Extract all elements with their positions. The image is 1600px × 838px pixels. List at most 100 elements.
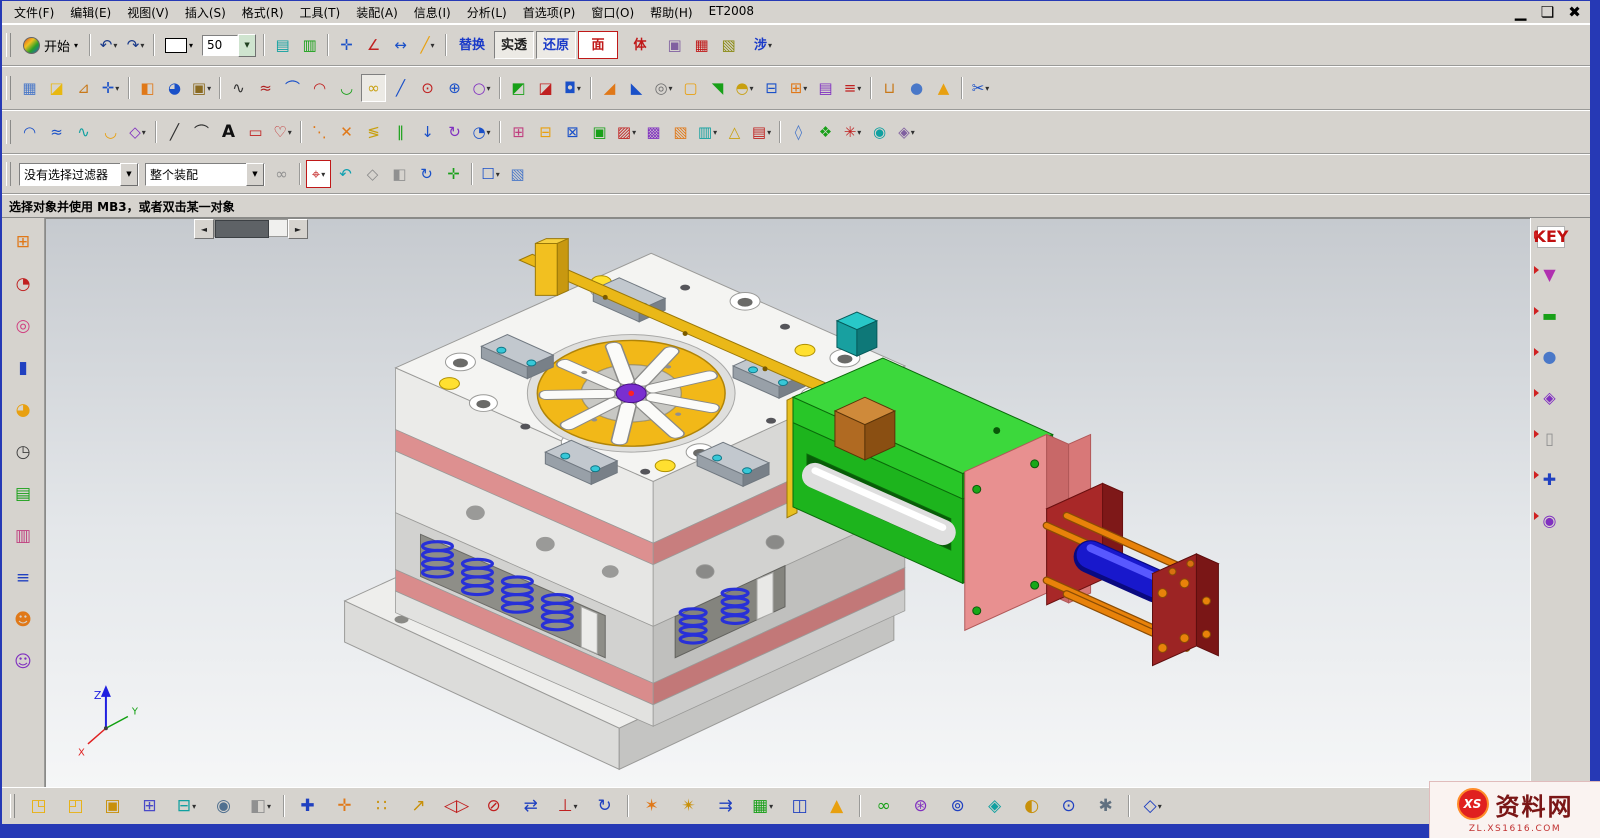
hd3d-tools-icon[interactable]: ◈ xyxy=(1537,384,1562,412)
pan-view-icon[interactable]: ✛ xyxy=(441,160,466,188)
thermometer-icon[interactable]: ▮ xyxy=(11,354,36,382)
menu-item-1[interactable]: 文件(F) xyxy=(6,2,62,23)
ruled-surface-icon[interactable]: ◠ xyxy=(17,118,42,146)
toolbar-grip[interactable] xyxy=(6,120,11,144)
assembly-navigator-icon[interactable]: ▼ xyxy=(1537,261,1562,289)
scroll-left-button[interactable]: ◄ xyxy=(194,219,214,239)
studio-curve-icon[interactable]: ♡▾ xyxy=(270,118,295,146)
surface-analysis-icon[interactable]: ◔▾ xyxy=(469,118,494,146)
sphere-primitive-icon[interactable]: ● xyxy=(904,74,929,102)
pad-icon[interactable]: ⊞▾ xyxy=(786,74,811,102)
orient-view-icon[interactable]: ↶ xyxy=(333,160,358,188)
mold-assembly-model[interactable]: Z X Y xyxy=(46,219,1530,787)
wade-button[interactable]: 涉▾ xyxy=(743,31,783,59)
surface-analysis-icon-dropdown[interactable]: ▾ xyxy=(487,128,491,137)
subtract-icon[interactable]: ◪ xyxy=(533,74,558,102)
ruler-icon-dropdown[interactable]: ▾ xyxy=(431,41,435,50)
component-info-icon[interactable]: ⊙ xyxy=(1056,792,1081,820)
ellipse-icon-dropdown[interactable]: ▾ xyxy=(487,84,491,93)
user-profile-icon[interactable]: ☺ xyxy=(11,648,36,676)
measure-distance-icon[interactable]: ↔ xyxy=(388,31,413,59)
mass-properties-icon-dropdown[interactable]: ▾ xyxy=(267,802,271,811)
delete-face-icon-dropdown[interactable]: ▾ xyxy=(767,128,771,137)
offset-surface-icon[interactable]: ▥▾ xyxy=(695,118,720,146)
menu-item-8[interactable]: 信息(I) xyxy=(406,2,459,23)
patch-icon[interactable]: ▨▾ xyxy=(614,118,639,146)
toolbar-grip[interactable] xyxy=(6,33,11,57)
component-preview-icon[interactable]: ◉ xyxy=(211,792,236,820)
arrangements-icon-dropdown[interactable]: ▾ xyxy=(769,802,773,811)
object-color-swatch[interactable]: ▾ xyxy=(161,35,197,56)
isolate-component-icon[interactable]: ◐ xyxy=(1019,792,1044,820)
project-curve-icon[interactable]: ↓ xyxy=(415,118,440,146)
wrap-curve-icon[interactable]: ↻ xyxy=(442,118,467,146)
layer-visible-in-view-icon[interactable]: ▥ xyxy=(297,31,322,59)
line-tool-icon[interactable]: ╱ xyxy=(162,118,187,146)
undo-icon-dropdown[interactable]: ▾ xyxy=(113,41,117,50)
assembly-constraints-icon[interactable]: ⊥▾ xyxy=(555,792,580,820)
key-icon[interactable]: KEY xyxy=(1537,226,1565,248)
section-curve-icon[interactable]: ≶ xyxy=(361,118,386,146)
datum-display-icon-dropdown[interactable]: ▾ xyxy=(1158,802,1162,811)
promote-body-icon[interactable]: ⊠ xyxy=(560,118,585,146)
arc-icon[interactable]: ⌒ xyxy=(280,74,305,102)
sketch-icon[interactable]: ▦ xyxy=(17,74,42,102)
collapse-assembly-icon[interactable]: ✴ xyxy=(676,792,701,820)
menu-item-10[interactable]: 首选项(P) xyxy=(515,2,584,23)
restore-button[interactable]: ❏ xyxy=(1535,0,1560,26)
body-button[interactable]: 体 xyxy=(620,31,660,59)
shaded-solid-icon[interactable]: ▧ xyxy=(716,31,741,59)
redo-icon-dropdown[interactable]: ▾ xyxy=(140,41,144,50)
show-dof-icon[interactable]: ↻ xyxy=(592,792,617,820)
menu-item-2[interactable]: 编辑(E) xyxy=(62,2,119,23)
text-curve-icon[interactable]: A xyxy=(216,118,241,146)
replace-button[interactable]: 替换 xyxy=(452,31,492,59)
face-button[interactable]: 面 xyxy=(578,31,618,59)
interpart-links-icon[interactable]: ⊛ xyxy=(908,792,933,820)
new-component-icon[interactable]: ✛ xyxy=(332,792,357,820)
restore-button[interactable]: 还原 xyxy=(536,31,576,59)
selection-filter-combo[interactable]: 没有选择过滤器 ▼ xyxy=(19,163,139,186)
cue-scrollbar[interactable]: ◄ ► xyxy=(194,219,308,237)
gauge-icon[interactable]: ◔ xyxy=(11,270,36,298)
pad-icon-dropdown[interactable]: ▾ xyxy=(803,84,807,93)
datum-csys-icon[interactable]: ⊿ xyxy=(71,74,96,102)
through-curves-icon[interactable]: ≈ xyxy=(44,118,69,146)
assembly-settings-icon[interactable]: ✱ xyxy=(1093,792,1118,820)
solid-transparent-button[interactable]: 实透 xyxy=(494,31,534,59)
spreadsheet-icon[interactable]: ▤ xyxy=(11,480,36,508)
explode-assembly-icon[interactable]: ✶ xyxy=(639,792,664,820)
lock-block[interactable] xyxy=(837,312,877,356)
circle-icon[interactable]: ⊙ xyxy=(415,74,440,102)
sequence-icon[interactable]: ⇉ xyxy=(713,792,738,820)
expressions-icon[interactable]: ≡ xyxy=(11,564,36,592)
sew-icon[interactable]: ▩ xyxy=(641,118,666,146)
graphics-viewport[interactable]: ◄ ► xyxy=(45,218,1530,787)
swept-surface-icon[interactable]: ◡ xyxy=(98,118,123,146)
menu-item-11[interactable]: 窗口(O) xyxy=(583,2,642,23)
intersection-curve-icon[interactable]: ✕ xyxy=(334,118,359,146)
part-navigator-icon[interactable]: ▬ xyxy=(1537,302,1562,330)
shaded-view-icon[interactable]: ◧ xyxy=(387,160,412,188)
toolbar-grip[interactable] xyxy=(10,794,15,818)
view-orient-cube-icon[interactable]: ▧ xyxy=(505,160,530,188)
line-icon[interactable]: ╱ xyxy=(388,74,413,102)
assembly-constraints-icon-dropdown[interactable]: ▾ xyxy=(574,802,578,811)
studio-curve-icon-dropdown[interactable]: ▾ xyxy=(288,128,292,137)
rectangle-select-icon-dropdown[interactable]: ▾ xyxy=(496,170,500,179)
copy-display-icon[interactable]: ▣ xyxy=(662,31,687,59)
color-palette-icon[interactable]: ▥ xyxy=(11,522,36,550)
cone-primitive-icon[interactable]: ▲ xyxy=(931,74,956,102)
offset-curve-icon[interactable]: ∥ xyxy=(388,118,413,146)
process-studio-icon[interactable]: ✚ xyxy=(1537,466,1562,494)
toolbar-grip[interactable] xyxy=(6,76,11,100)
analysis-report-icon[interactable]: ◕ xyxy=(11,396,36,424)
point-tool-icon-dropdown[interactable]: ▾ xyxy=(115,84,119,93)
unite-icon[interactable]: ◩ xyxy=(506,74,531,102)
roles-icon[interactable]: ☻ xyxy=(11,606,36,634)
revolve-icon[interactable]: ◕ xyxy=(162,74,187,102)
menu-item-3[interactable]: 视图(V) xyxy=(119,2,177,23)
relations-browser-icon[interactable]: ⊚ xyxy=(945,792,970,820)
find-component-icon[interactable]: ◳ xyxy=(26,792,51,820)
undo-icon[interactable]: ↶▾ xyxy=(96,31,121,59)
